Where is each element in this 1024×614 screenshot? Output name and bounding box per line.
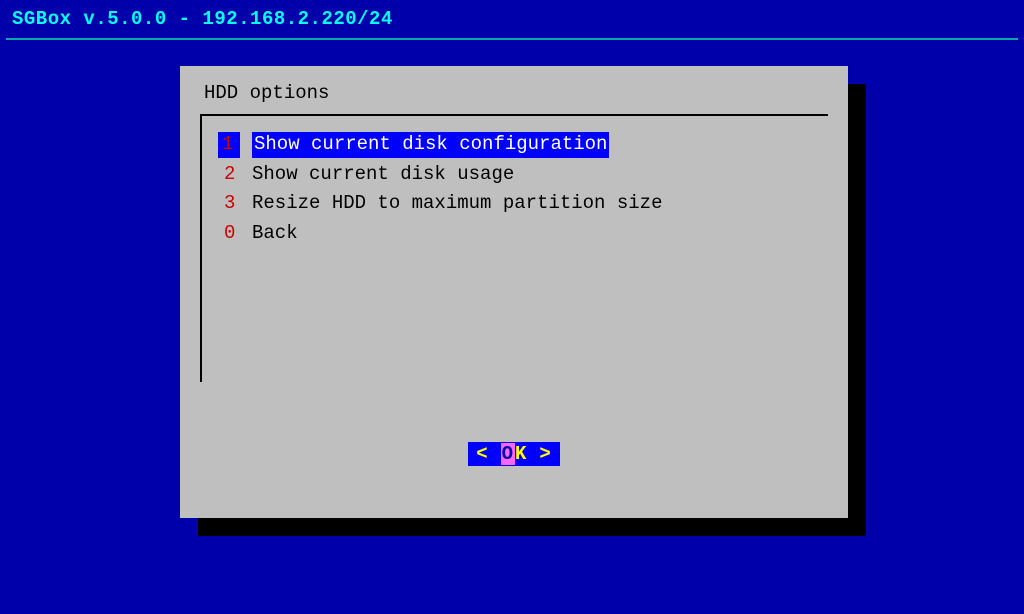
header-divider xyxy=(6,38,1018,40)
ok-k: K xyxy=(515,443,527,465)
menu-box: 1 Show current disk configuration 2 Show… xyxy=(200,114,828,382)
menu-number: 1 xyxy=(218,132,240,158)
hdd-options-dialog: HDD options 1 Show current disk configur… xyxy=(180,66,848,518)
menu-label: Back xyxy=(252,221,298,247)
menu-item-show-config[interactable]: 1 Show current disk configuration xyxy=(218,132,810,158)
menu-item-resize-hdd[interactable]: 3 Resize HDD to maximum partition size xyxy=(218,191,810,217)
dialog-title: HDD options xyxy=(204,82,828,104)
app-header: SGBox v.5.0.0 - 192.168.2.220/24 xyxy=(0,0,1024,38)
menu-label: Show current disk usage xyxy=(252,162,514,188)
button-bar: < OK > xyxy=(200,442,828,466)
menu-item-show-usage[interactable]: 2 Show current disk usage xyxy=(218,162,810,188)
angle-right: > xyxy=(531,443,559,465)
menu-number: 2 xyxy=(218,162,252,188)
ok-button[interactable]: < OK > xyxy=(468,442,560,466)
menu-label: Show current disk configuration xyxy=(252,132,609,158)
ok-cursor: O xyxy=(501,443,515,465)
menu-number: 3 xyxy=(218,191,252,217)
menu-item-back[interactable]: 0 Back xyxy=(218,221,810,247)
menu-label: Resize HDD to maximum partition size xyxy=(252,191,662,217)
app-title: SGBox v.5.0.0 - 192.168.2.220/24 xyxy=(12,8,393,30)
menu-number: 0 xyxy=(218,221,252,247)
angle-left: < xyxy=(468,443,496,465)
ok-text: OK xyxy=(497,443,532,465)
